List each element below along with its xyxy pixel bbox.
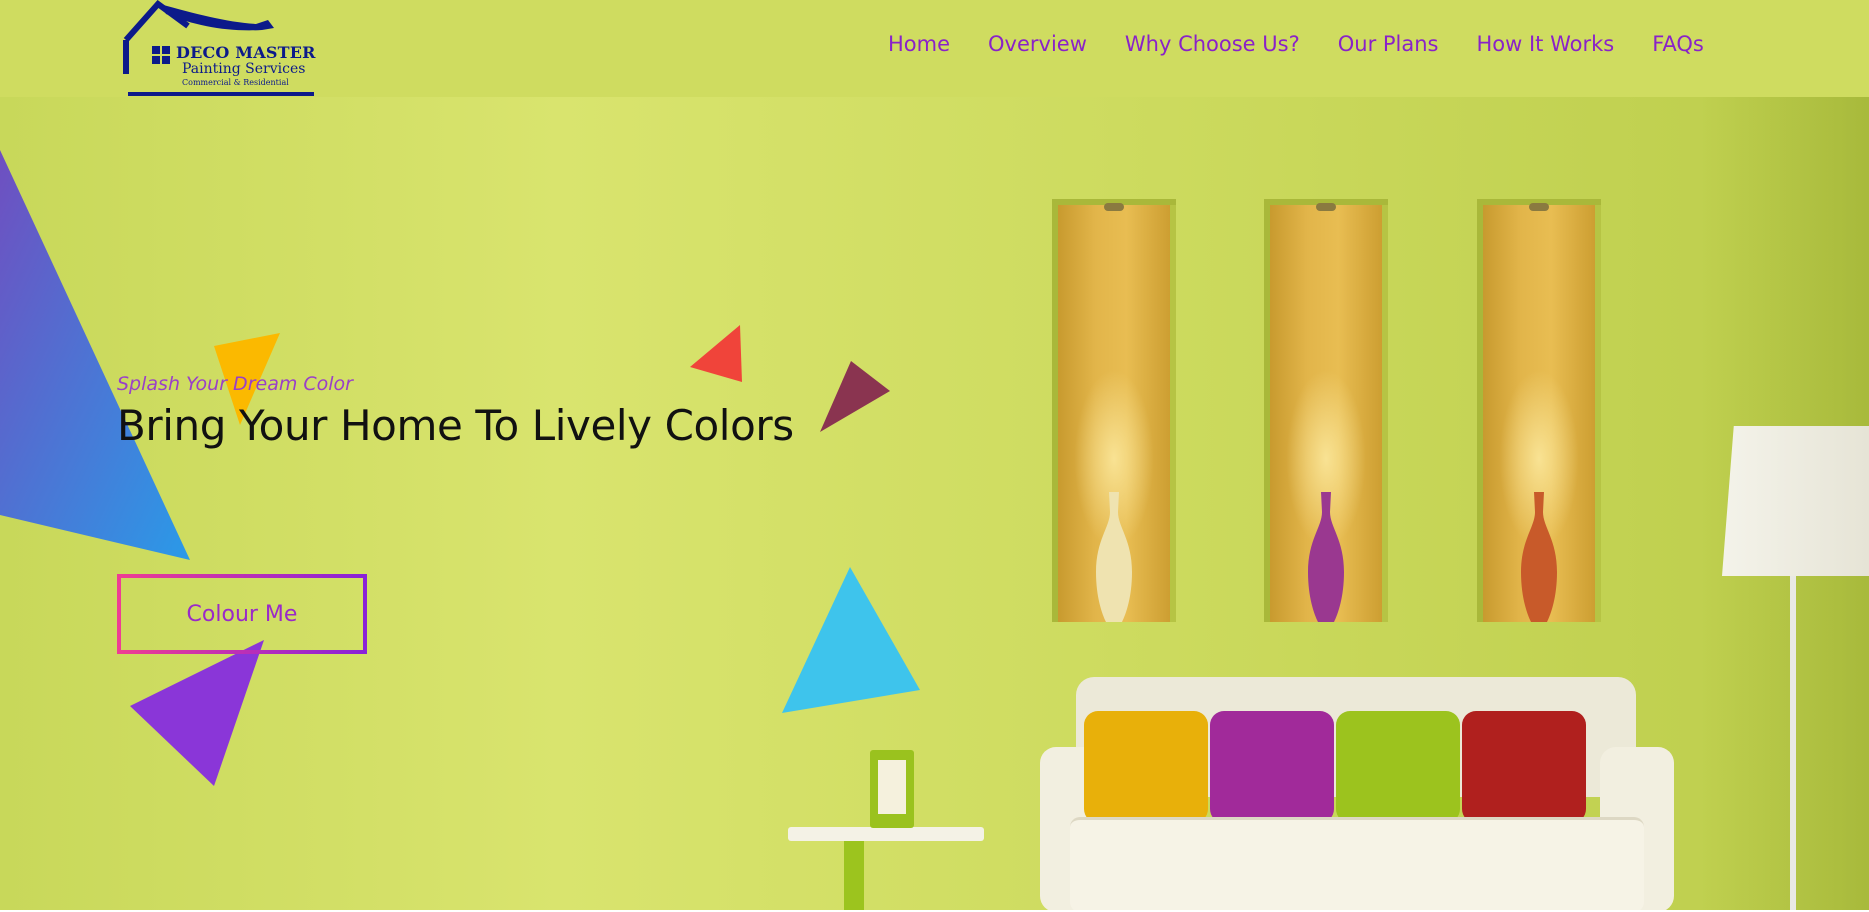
- triangle-cyan: [782, 567, 920, 713]
- nav-overview[interactable]: Overview: [988, 32, 1087, 56]
- site-header: DECO MASTER Painting Services Commercial…: [0, 0, 1869, 97]
- nav-faqs[interactable]: FAQs: [1652, 32, 1704, 56]
- hero-headline: Bring Your Home To Lively Colors: [117, 401, 794, 450]
- nav-why-choose-us[interactable]: Why Choose Us?: [1125, 32, 1300, 56]
- hero-text-block: Splash Your Dream Color Bring Your Home …: [117, 373, 794, 450]
- nav-how-it-works[interactable]: How It Works: [1477, 32, 1615, 56]
- main-nav: Home Overview Why Choose Us? Our Plans H…: [888, 32, 1704, 56]
- triangle-purple: [130, 640, 264, 786]
- logo-title: DECO MASTER: [176, 43, 316, 62]
- triangle-maroon: [820, 361, 890, 432]
- triangle-blue-large: [0, 150, 190, 560]
- logo-underline: [128, 92, 314, 96]
- decorative-triangles: [0, 150, 920, 786]
- logo-subtitle: Painting Services: [182, 61, 306, 77]
- deco-master-logo[interactable]: DECO MASTER Painting Services Commercial…: [116, 0, 316, 97]
- hero-tagline: Splash Your Dream Color: [117, 373, 353, 395]
- nav-home[interactable]: Home: [888, 32, 950, 56]
- colour-me-button[interactable]: Colour Me: [117, 574, 367, 654]
- nav-our-plans[interactable]: Our Plans: [1338, 32, 1439, 56]
- logo-tagline: Commercial & Residential: [182, 78, 289, 87]
